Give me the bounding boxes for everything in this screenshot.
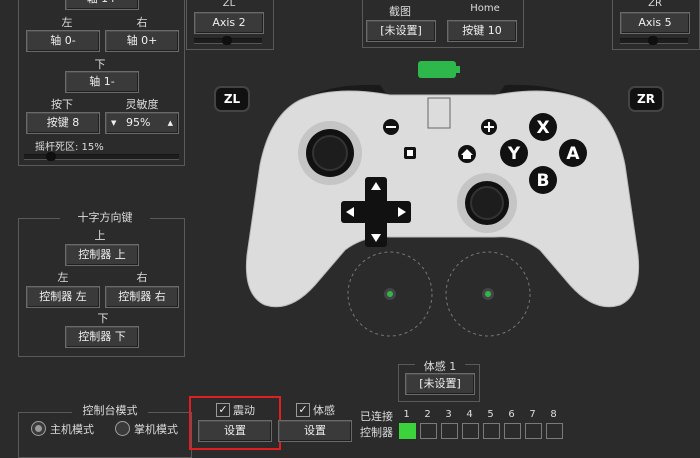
motion1-button[interactable]: [未设置]	[405, 373, 475, 395]
dpad-right-label: 右	[136, 271, 148, 284]
stick-down-button[interactable]: 轴 1-	[65, 71, 139, 93]
zr-button[interactable]: Axis 5	[620, 12, 690, 34]
slot-number-6: 6	[508, 409, 515, 420]
dpad-down-label: 下	[97, 312, 109, 325]
console-mode-title: 控制台模式	[72, 402, 148, 418]
zl-label: ZL	[222, 0, 236, 9]
zr-label: ZR	[648, 0, 662, 9]
controller-body	[245, 90, 640, 308]
dpad-up-button[interactable]: 控制器 上	[65, 244, 139, 266]
host-mode-label[interactable]: 主机模式	[50, 421, 102, 437]
screenshot-button[interactable]: [未设置]	[366, 20, 436, 42]
stick-down-label: 下	[94, 58, 106, 71]
zl-button[interactable]: Axis 2	[194, 12, 264, 34]
stick-up-button[interactable]: 轴 1+	[65, 0, 139, 10]
dpad-left-label: 左	[57, 271, 69, 284]
rumble-settings-button[interactable]: 设置	[198, 420, 272, 442]
motion1-label: 体感 1	[415, 358, 465, 374]
controller-row-label: 控制器	[360, 426, 393, 439]
dpad-title: 十字方向键	[60, 209, 150, 225]
slot-number-8: 8	[550, 409, 557, 420]
motion-settings-button[interactable]: 设置	[278, 420, 352, 442]
deadzone-label: 摇杆死区: 15%	[35, 142, 104, 153]
x-label: X	[536, 118, 549, 138]
slot-number-4: 4	[466, 409, 473, 420]
controller-slot-8[interactable]	[546, 423, 563, 439]
stick-left-button[interactable]: 轴 0-	[26, 30, 100, 52]
controller-slot-7[interactable]	[525, 423, 542, 439]
stick-left-label: 左	[61, 16, 73, 29]
deadzone-slider-handle[interactable]	[46, 152, 56, 161]
stick-right-label: 右	[136, 16, 148, 29]
b-label: B	[537, 171, 550, 191]
handheld-mode-label[interactable]: 掌机模式	[134, 421, 186, 437]
battery-icon	[418, 61, 456, 78]
controller-slot-1[interactable]	[399, 423, 416, 439]
screenshot-label: 截图	[389, 5, 411, 18]
sensitivity-value: 95%	[126, 116, 151, 129]
stick-right-button[interactable]: 轴 0+	[105, 30, 179, 52]
stick-press-label: 按下	[51, 98, 73, 111]
slot-number-2: 2	[424, 409, 431, 420]
sensitivity-spinbox[interactable]: ▼ 95% ▲	[105, 112, 179, 134]
dpad-right-button[interactable]: 控制器 右	[105, 286, 179, 308]
a-label: A	[566, 144, 580, 164]
home-label: Home	[470, 3, 500, 14]
controller-slot-3[interactable]	[441, 423, 458, 439]
controller-slot-4[interactable]	[462, 423, 479, 439]
dpad-up-label: 上	[94, 229, 106, 242]
zr-slider-handle[interactable]	[648, 36, 658, 45]
sensitivity-label: 灵敏度	[125, 98, 159, 111]
controller-slot-6[interactable]	[504, 423, 521, 439]
slot-number-1: 1	[403, 409, 410, 420]
handheld-mode-radio[interactable]	[115, 421, 130, 436]
spin-down-icon[interactable]: ▼	[111, 113, 116, 133]
connected-title: 已连接	[360, 410, 393, 423]
slot-number-3: 3	[445, 409, 452, 420]
spin-up-icon[interactable]: ▲	[168, 113, 173, 133]
motion-label: 体感	[313, 404, 335, 417]
motion-checkbox[interactable]: ✓	[296, 403, 310, 417]
home-button[interactable]: 按键 10	[447, 20, 517, 42]
rumble-checkbox[interactable]: ✓	[216, 403, 230, 417]
controller-slot-5[interactable]	[483, 423, 500, 439]
dpad-left-button[interactable]: 控制器 左	[26, 286, 100, 308]
rumble-label: 震动	[233, 404, 255, 417]
slot-number-7: 7	[529, 409, 536, 420]
controller-image: X Y A B	[245, 61, 640, 337]
controller-slot-2[interactable]	[420, 423, 437, 439]
stick-press-button[interactable]: 按键 8	[26, 112, 100, 134]
y-label: Y	[507, 144, 521, 164]
host-mode-radio[interactable]	[31, 421, 46, 436]
zl-slider-handle[interactable]	[222, 36, 232, 45]
slot-number-5: 5	[487, 409, 494, 420]
dpad-down-button[interactable]: 控制器 下	[65, 326, 139, 348]
